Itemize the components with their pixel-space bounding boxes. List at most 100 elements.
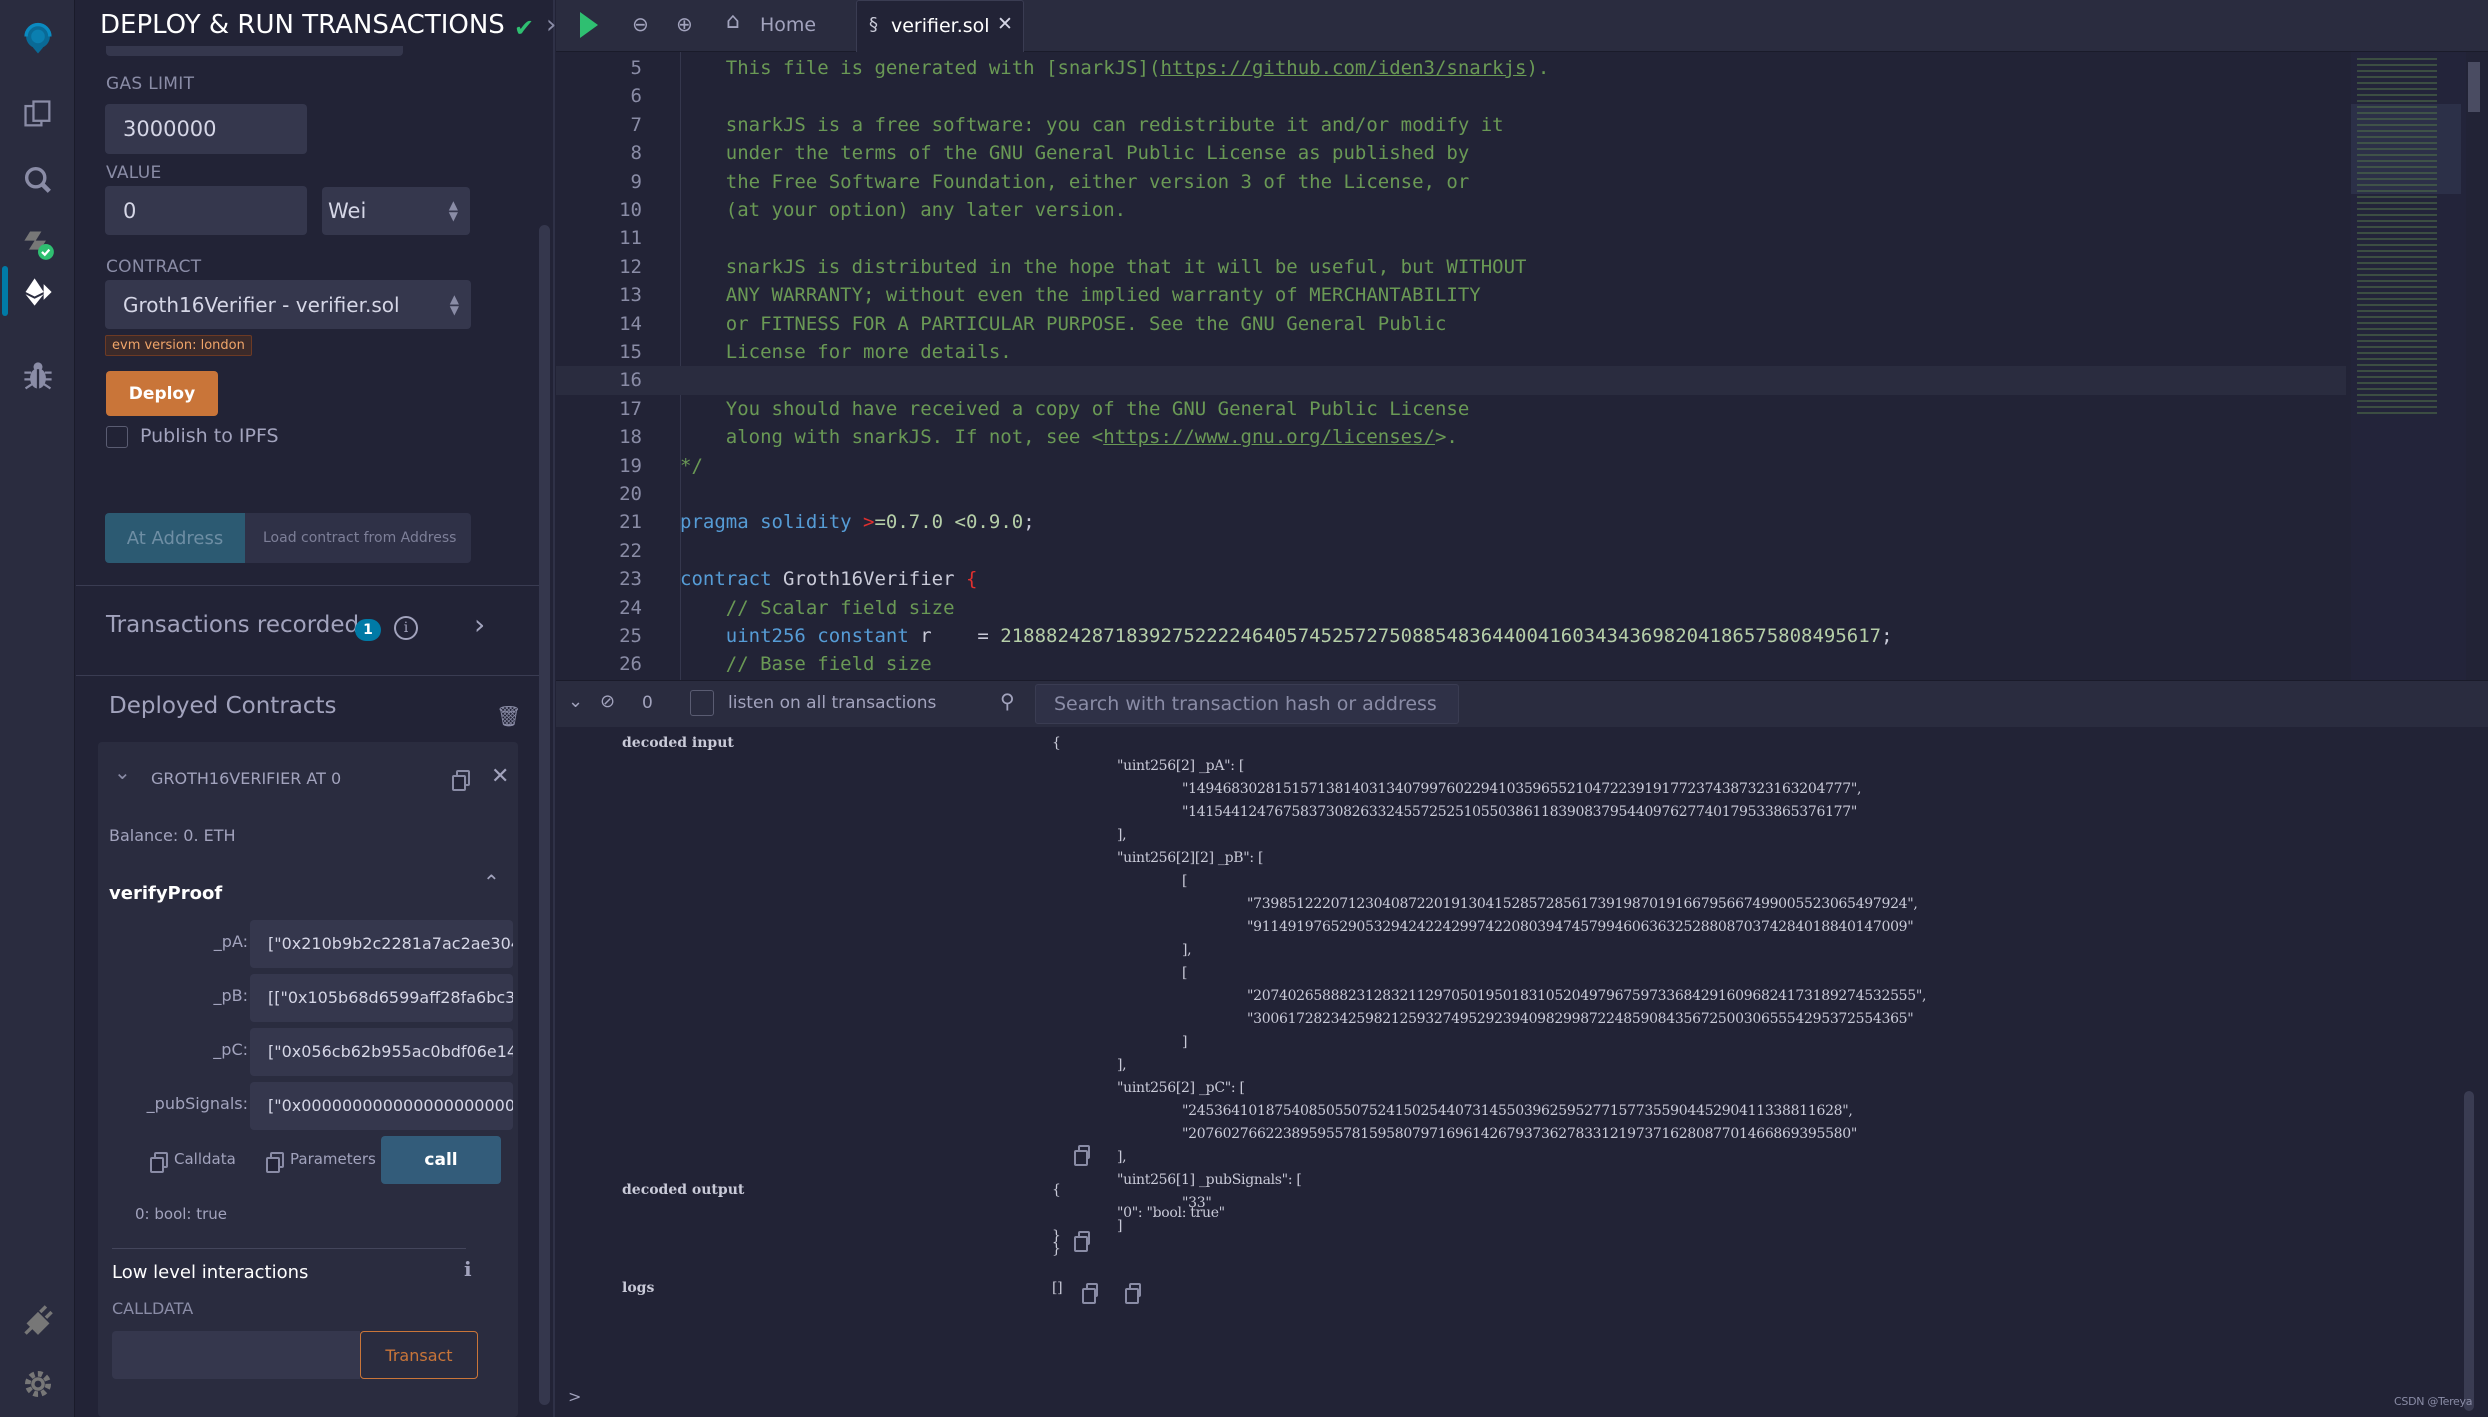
code-line[interactable]: 19 */ (556, 452, 2346, 480)
transaction-search-input[interactable]: Search with transaction hash or address (1035, 684, 1459, 724)
function-name: verifyProof (109, 883, 223, 904)
code-line[interactable]: 5 This file is generated with [snarkJS](… (556, 54, 2346, 82)
zoom-out-icon[interactable]: ⊖ (632, 12, 649, 36)
code-line[interactable]: 12 snarkJS is distributed in the hope th… (556, 253, 2346, 281)
copy-calldata-label[interactable]: Calldata (174, 1150, 236, 1168)
json-line: "149468302815157138140313407997602294103… (1182, 781, 1862, 797)
run-script-icon[interactable] (580, 12, 598, 38)
settings-gear-icon[interactable] (0, 1354, 75, 1414)
code-line[interactable]: 23 contract Groth16Verifier { (556, 565, 2346, 593)
publish-ipfs-checkbox[interactable] (106, 426, 128, 448)
code-line[interactable]: 6 (556, 82, 2346, 110)
code-token: You should have received a copy of the G… (680, 397, 1470, 420)
collapse-terminal-icon[interactable]: ⌄ (568, 691, 583, 712)
copy-icon[interactable] (1074, 1145, 1090, 1166)
arg-input-pA[interactable]: ["0x210b9b2c2281a7ac2ae3045 (250, 920, 513, 968)
copy-parameters-icon[interactable] (266, 1152, 284, 1173)
line-code: along with snarkJS. If not, see <https:/… (680, 423, 1458, 451)
code-line[interactable]: 18 along with snarkJS. If not, see <http… (556, 423, 2346, 451)
code-line[interactable]: 22 (556, 537, 2346, 565)
trash-icon[interactable]: 🗑 (496, 704, 521, 728)
code-line[interactable]: 26 // Base field size (556, 650, 2346, 678)
tab-verifier-sol[interactable]: § verifier.sol ✕ (856, 0, 1024, 52)
line-number: 8 (630, 142, 642, 165)
code-editor[interactable]: 5 This file is generated with [snarkJS](… (556, 52, 2488, 680)
terminal-scrollbar[interactable] (2464, 1091, 2474, 1411)
editor-tab-bar: ⊖ ⊕ ⌂ Home § verifier.sol ✕ (556, 0, 2488, 52)
contract-select[interactable]: Groth16Verifier - verifier.sol ▲ ▼ (105, 280, 471, 329)
terminal-prompt[interactable]: > (568, 1387, 581, 1406)
line-code: uint256 constant r = 2188824287183927522… (680, 622, 1893, 650)
code-line[interactable]: 25 uint256 constant r = 2188824287183927… (556, 622, 2346, 650)
arg-input-pB[interactable]: [["0x105b68d6599aff28fa6bc38a (250, 974, 513, 1022)
info-icon[interactable]: i (464, 1257, 472, 1281)
line-number: 5 (630, 57, 642, 79)
minimap[interactable] (2351, 52, 2466, 680)
arg-label: _pB: (213, 986, 248, 1005)
contract-instance-name[interactable]: GROTH16VERIFIER AT 0XD91...39 (151, 769, 341, 788)
code-line[interactable]: 20 (556, 480, 2346, 508)
code-line[interactable]: 9 the Free Software Foundation, either v… (556, 168, 2346, 196)
gas-limit-input[interactable]: 3000000 (105, 104, 307, 154)
code-line[interactable]: 21 pragma solidity >=0.7.0 <0.9.0; (556, 508, 2346, 536)
zoom-in-icon[interactable]: ⊕ (676, 12, 693, 36)
at-address-button[interactable]: At Address (105, 513, 245, 563)
value-input[interactable]: 0 (105, 186, 307, 235)
deploy-run-icon[interactable] (0, 262, 75, 322)
chevron-down-icon[interactable]: ⌄ (114, 760, 131, 784)
line-code: ANY WARRANTY; without even the implied w… (680, 281, 1481, 309)
code-line[interactable]: 14 or FITNESS FOR A PARTICULAR PURPOSE. … (556, 310, 2346, 338)
line-number: 20 (619, 483, 642, 505)
chevron-right-icon[interactable]: › (546, 10, 556, 40)
panel-scrollbar[interactable] (539, 225, 550, 1405)
code-line[interactable]: 13 ANY WARRANTY; without even the implie… (556, 281, 2346, 309)
editor-scrollbar[interactable] (2468, 62, 2480, 112)
code-line[interactable]: 24 // Scalar field size (556, 594, 2346, 622)
code-line[interactable]: 7 snarkJS is a free software: you can re… (556, 111, 2346, 139)
code-line[interactable]: 16 (556, 366, 2346, 395)
code-token: ; (1881, 625, 1893, 647)
listen-all-checkbox[interactable] (690, 690, 714, 716)
arg-input-pubSignals[interactable]: ["0x000000000000000000000000 (250, 1082, 513, 1130)
tab-home[interactable]: Home (760, 14, 816, 36)
code-line[interactable]: 8 under the terms of the GNU General Pub… (556, 139, 2346, 167)
copy-calldata-icon[interactable] (150, 1152, 168, 1173)
code-line[interactable]: 10 (at your option) any later version. (556, 196, 2346, 224)
copy-icon[interactable] (1074, 1231, 1090, 1252)
info-icon[interactable]: i (394, 616, 418, 640)
copy-icon[interactable] (1082, 1283, 1098, 1304)
chevron-up-icon[interactable]: ⌃ (483, 870, 500, 894)
compiled-check-icon: ✔ (514, 14, 535, 42)
chevron-right-icon[interactable]: › (474, 608, 485, 641)
call-button[interactable]: call (381, 1136, 501, 1184)
arg-input-pC[interactable]: ["0x056cb62b955ac0bdf06e14e8 (250, 1028, 513, 1076)
deployed-contract-card: ⌄ GROTH16VERIFIER AT 0XD91...39 ✕ Balanc… (98, 742, 518, 1417)
remix-logo-icon[interactable] (0, 4, 75, 74)
search-icon[interactable] (0, 150, 75, 210)
json-line: "300617282342598212593274952923940982998… (1247, 1011, 1914, 1027)
plugin-manager-icon[interactable] (0, 1290, 75, 1350)
value-unit-select[interactable]: Wei ▲ ▼ (322, 187, 470, 235)
code-token: pragma solidity (680, 511, 864, 534)
code-line[interactable]: 11 (556, 224, 2346, 252)
close-tab-icon[interactable]: ✕ (997, 13, 1013, 35)
account-field-partial[interactable] (106, 46, 403, 56)
close-icon[interactable]: ✕ (491, 764, 509, 789)
deploy-button[interactable]: Deploy (106, 371, 218, 416)
at-address-input[interactable]: Load contract from Address (245, 513, 471, 563)
calldata-input[interactable] (112, 1331, 360, 1379)
transact-button[interactable]: Transact (360, 1331, 478, 1379)
divider (112, 1248, 466, 1249)
copy-parameters-label[interactable]: Parameters (290, 1150, 376, 1168)
code-line[interactable]: 17 You should have received a copy of th… (556, 395, 2346, 423)
clear-console-icon[interactable]: ⊘ (600, 691, 615, 712)
tab-label: verifier.sol (891, 15, 990, 37)
copy-icon[interactable] (1125, 1283, 1141, 1304)
debugger-icon[interactable] (0, 346, 75, 406)
deploy-run-panel: DEPLOY & RUN TRANSACTIONS ✔ › GAS LIMIT … (76, 0, 556, 1417)
code-line[interactable]: 15 License for more details. (556, 338, 2346, 366)
line-number: 7 (630, 113, 642, 136)
json-line: "141544124767583730826332455725251055038… (1182, 804, 1858, 820)
file-explorer-icon[interactable] (0, 84, 75, 144)
copy-address-icon[interactable] (452, 770, 470, 791)
